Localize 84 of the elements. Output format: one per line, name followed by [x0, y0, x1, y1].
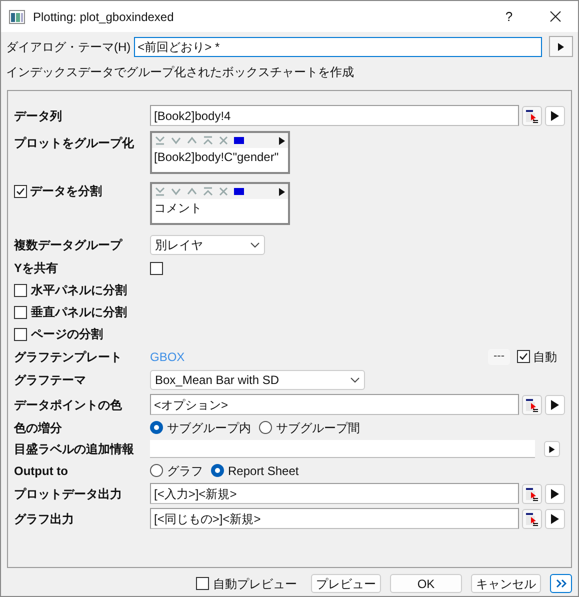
field-label: プロットデータ出力: [14, 486, 122, 500]
play-arrow-icon: [551, 514, 559, 524]
app-icon: [9, 10, 25, 24]
picker-button[interactable]: [522, 106, 542, 126]
dropdown[interactable]: 別レイヤ: [150, 235, 265, 255]
play-arrow-icon: [549, 446, 555, 452]
list-box[interactable]: [Book2]body!C"gender": [150, 131, 290, 174]
play-arrow-icon[interactable]: [279, 188, 285, 196]
checkbox[interactable]: [14, 184, 27, 198]
play-arrow-icon: [551, 488, 559, 498]
chevron-down-icon: [350, 377, 360, 383]
radio-button[interactable]: [211, 464, 224, 477]
table-picker-icon: [525, 486, 539, 500]
menu-button[interactable]: [545, 106, 565, 126]
input-field[interactable]: [<同じもの>]<新規>: [150, 508, 519, 529]
field-label: 色の増分: [14, 420, 62, 434]
theme-field[interactable]: <前回どおり> *: [134, 36, 542, 56]
field-label: グラフテンプレート: [14, 350, 122, 364]
field-label: Output to: [14, 464, 68, 478]
dropdown[interactable]: Box_Mean Bar with SD: [150, 370, 365, 390]
picker-button[interactable]: [522, 508, 542, 528]
menu-button[interactable]: [545, 394, 565, 414]
checkbox[interactable]: [14, 284, 27, 296]
field-label: ページの分割: [31, 326, 103, 343]
checkbox[interactable]: [150, 262, 163, 274]
checkbox[interactable]: [14, 328, 27, 340]
field-label: Yを共有: [14, 261, 58, 275]
play-arrow-icon[interactable]: [279, 136, 285, 144]
menu-button[interactable]: [544, 441, 560, 457]
menu-button[interactable]: [545, 508, 565, 528]
input-field[interactable]: [<入力>]<新規>: [150, 483, 519, 504]
radio-button[interactable]: [150, 464, 163, 477]
list-item[interactable]: [Book2]body!C"gender": [154, 150, 279, 164]
field-label: データを分割: [30, 183, 102, 200]
field-label: プロットをグループ化: [14, 136, 134, 150]
theme-label: ダイアログ・テーマ(H): [6, 38, 131, 56]
dialog-button[interactable]: OK: [390, 574, 462, 593]
picker-button[interactable]: [522, 484, 542, 504]
play-arrow-icon: [551, 110, 559, 120]
help-button[interactable]: ?: [494, 4, 524, 28]
color-block-icon[interactable]: [234, 137, 244, 144]
play-arrow-icon: [558, 42, 564, 50]
checkbox-label: 自動: [533, 348, 557, 366]
table-picker-icon: [525, 512, 539, 526]
input-field[interactable]: <オプション>: [150, 394, 519, 415]
radio-label: サブグループ内: [167, 420, 251, 436]
list-box[interactable]: コメント: [150, 182, 290, 225]
expand-button[interactable]: [550, 574, 572, 593]
table-picker-icon: [525, 398, 539, 412]
radio-button[interactable]: [150, 421, 163, 434]
window-title: Plotting: plot_gboxindexed: [33, 8, 174, 26]
field-label: 垂直パネルに分割: [31, 304, 127, 321]
input-field[interactable]: [150, 440, 535, 458]
input-field[interactable]: [Book2]body!4: [150, 105, 519, 126]
field-label: グラフテーマ: [14, 373, 86, 387]
checkbox[interactable]: [196, 577, 209, 590]
field-label: データポイントの色: [14, 398, 122, 412]
dialog-button[interactable]: キャンセル: [471, 574, 541, 593]
list-item[interactable]: コメント: [154, 201, 202, 215]
browse-button[interactable]: ---: [488, 348, 510, 364]
field-label: 目盛ラベルの追加情報: [14, 442, 134, 456]
chevron-down-icon: [250, 242, 260, 248]
color-block-icon[interactable]: [234, 188, 244, 195]
table-picker-icon: [525, 108, 539, 122]
double-chevron-icon: [556, 579, 566, 588]
play-arrow-icon: [551, 400, 559, 410]
radio-label: グラフ: [167, 462, 203, 480]
radio-label: Report Sheet: [228, 462, 299, 480]
description: インデックスデータでグループ化されたボックスチャートを作成: [5, 64, 355, 81]
checkbox[interactable]: [517, 350, 530, 363]
field-label: 複数データグループ: [14, 238, 122, 252]
close-icon: [550, 11, 560, 22]
menu-button[interactable]: [545, 484, 565, 504]
template-name: GBOX: [150, 348, 185, 366]
theme-menu-button[interactable]: [549, 36, 573, 57]
picker-button[interactable]: [522, 394, 542, 414]
checkbox[interactable]: [14, 306, 27, 318]
radio-label: サブグループ間: [276, 420, 360, 436]
field-label: データ列: [14, 108, 62, 122]
radio-button[interactable]: [259, 421, 272, 434]
checkbox-label: 自動プレビュー: [213, 576, 297, 592]
field-label: 水平パネルに分割: [31, 282, 127, 299]
dialog-button[interactable]: プレビュー: [311, 574, 381, 593]
field-label: グラフ出力: [14, 512, 74, 526]
